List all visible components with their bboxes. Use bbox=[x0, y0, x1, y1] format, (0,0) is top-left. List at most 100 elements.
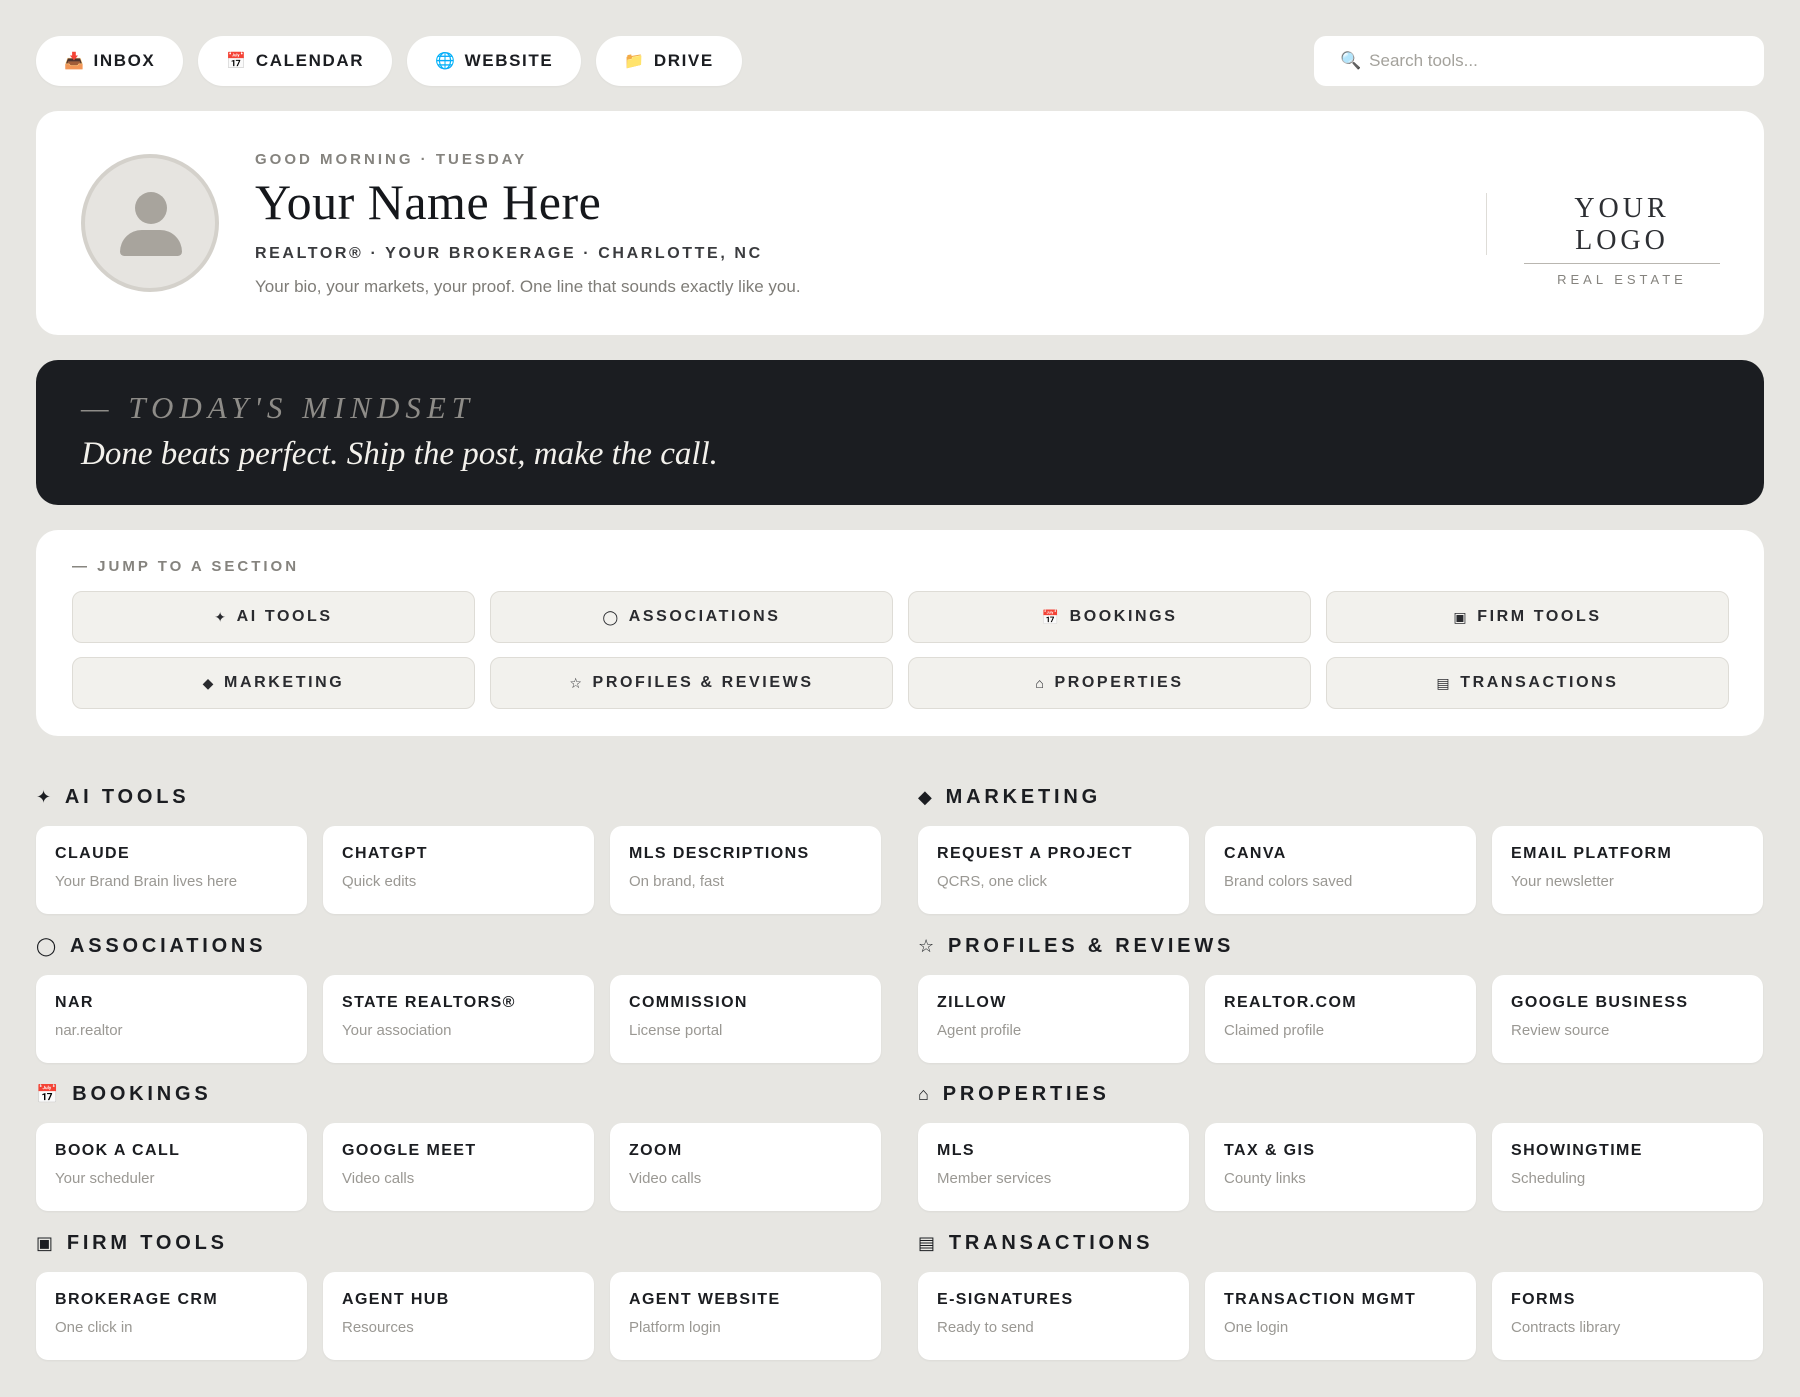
tool-card-google-business[interactable]: GOOGLE BUSINESS Review source bbox=[1492, 975, 1763, 1063]
section-title: ▣ FIRM TOOLS bbox=[36, 1230, 880, 1256]
document-icon: ▤ bbox=[918, 1232, 939, 1253]
mindset-banner: — TODAY'S MINDSET Done beats perfect. Sh… bbox=[36, 360, 1764, 505]
calendar-button[interactable]: 📅 CALENDAR bbox=[198, 36, 393, 86]
star-icon: ☆ bbox=[918, 935, 938, 956]
tool-card-zoom[interactable]: ZOOM Video calls bbox=[610, 1123, 881, 1211]
section-title-label: BOOKINGS bbox=[72, 1082, 212, 1105]
tool-card-request-a-project[interactable]: REQUEST A PROJECT QCRS, one click bbox=[918, 826, 1189, 914]
jump-label: BOOKINGS bbox=[1069, 608, 1178, 625]
tool-card-title: REQUEST A PROJECT bbox=[937, 845, 1133, 862]
tool-card-nar[interactable]: NAR nar.realtor bbox=[36, 975, 307, 1063]
logo-divider bbox=[1486, 193, 1487, 255]
tool-card-title: FORMS bbox=[1511, 1291, 1576, 1308]
website-button[interactable]: 🌐 WEBSITE bbox=[407, 36, 582, 86]
tool-card-canva[interactable]: CANVA Brand colors saved bbox=[1205, 826, 1476, 914]
tool-cards: MLS Member services TAX & GIS County lin… bbox=[918, 1123, 1763, 1211]
circle-icon: ◯ bbox=[602, 608, 621, 625]
house-icon: ⌂ bbox=[1035, 675, 1047, 691]
avatar-body-icon bbox=[120, 230, 182, 256]
avatar bbox=[81, 154, 219, 292]
document-icon: ▤ bbox=[1436, 674, 1453, 691]
jump-label: PROPERTIES bbox=[1054, 674, 1184, 691]
brand-logo: YOUR LOGO REAL ESTATE bbox=[1524, 193, 1720, 287]
tool-card-title: GOOGLE MEET bbox=[342, 1142, 477, 1159]
tool-card-subtitle: nar.realtor bbox=[55, 1022, 123, 1039]
search-input[interactable] bbox=[1369, 51, 1738, 71]
circle-icon: ◯ bbox=[36, 935, 60, 956]
greeting: GOOD MORNING · TUESDAY bbox=[255, 151, 528, 168]
section-associations: ◯ ASSOCIATIONS NAR nar.realtor STATE REA… bbox=[36, 933, 881, 1063]
sparkle-icon: ✦ bbox=[214, 608, 229, 625]
tool-card-title: REALTOR.COM bbox=[1224, 994, 1358, 1011]
tool-card-subtitle: Resources bbox=[342, 1319, 414, 1336]
tool-card-mls-descriptions[interactable]: MLS DESCRIPTIONS On brand, fast bbox=[610, 826, 881, 914]
tool-card-state-realtors[interactable]: STATE REALTORS® Your association bbox=[323, 975, 594, 1063]
tool-card-title: ZILLOW bbox=[937, 994, 1007, 1011]
jump-firm-tools-button[interactable]: ▣ FIRM TOOLS bbox=[1326, 591, 1729, 643]
logo-main-text: YOUR LOGO bbox=[1524, 193, 1720, 264]
jump-ai-tools-button[interactable]: ✦ AI TOOLS bbox=[72, 591, 475, 643]
tool-card-mls[interactable]: MLS Member services bbox=[918, 1123, 1189, 1211]
globe-icon: 🌐 bbox=[435, 53, 457, 70]
tool-card-brokerage-crm[interactable]: BROKERAGE CRM One click in bbox=[36, 1272, 307, 1360]
inbox-button[interactable]: 📥 INBOX bbox=[36, 36, 184, 86]
jump-transactions-button[interactable]: ▤ TRANSACTIONS bbox=[1326, 657, 1729, 709]
tool-card-chatgpt[interactable]: CHATGPT Quick edits bbox=[323, 826, 594, 914]
jump-profiles-reviews-button[interactable]: ☆ PROFILES & REVIEWS bbox=[490, 657, 893, 709]
tool-card-book-a-call[interactable]: BOOK A CALL Your scheduler bbox=[36, 1123, 307, 1211]
tool-card-subtitle: Ready to send bbox=[937, 1319, 1034, 1336]
jump-nav-card: — JUMP TO A SECTION ✦ AI TOOLS ◯ ASSOCIA… bbox=[36, 530, 1764, 736]
tool-card-agent-website[interactable]: AGENT WEBSITE Platform login bbox=[610, 1272, 881, 1360]
drive-button[interactable]: 📁 DRIVE bbox=[596, 36, 742, 86]
tool-card-subtitle: One login bbox=[1224, 1319, 1289, 1336]
profile-card: GOOD MORNING · TUESDAY Your Name Here RE… bbox=[36, 111, 1764, 335]
jump-label: FIRM TOOLS bbox=[1477, 608, 1602, 625]
search-icon: 🔍 bbox=[1340, 51, 1362, 70]
tool-card-title: ZOOM bbox=[629, 1142, 683, 1159]
section-transactions: ▤ TRANSACTIONS E-SIGNATURES Ready to sen… bbox=[918, 1230, 1763, 1360]
tool-card-subtitle: QCRS, one click bbox=[937, 873, 1048, 890]
section-title: ✦ AI TOOLS bbox=[36, 784, 880, 810]
tool-card-title: EMAIL PLATFORM bbox=[1511, 845, 1673, 862]
tool-card-google-meet[interactable]: GOOGLE MEET Video calls bbox=[323, 1123, 594, 1211]
tool-card-title: E-SIGNATURES bbox=[937, 1291, 1074, 1308]
website-label: WEBSITE bbox=[464, 51, 554, 70]
section-marketing: ◆ MARKETING REQUEST A PROJECT QCRS, one … bbox=[918, 784, 1763, 914]
diamond-icon: ◆ bbox=[918, 786, 936, 807]
tool-card-email-platform[interactable]: EMAIL PLATFORM Your newsletter bbox=[1492, 826, 1763, 914]
tool-card-title: CHATGPT bbox=[342, 845, 428, 862]
jump-bookings-button[interactable]: 📅 BOOKINGS bbox=[908, 591, 1311, 643]
calendar-icon: 📅 bbox=[226, 53, 248, 70]
tool-card-title: BROKERAGE CRM bbox=[55, 1291, 219, 1308]
diamond-icon: ◆ bbox=[202, 674, 217, 691]
calendar-icon: 📅 bbox=[36, 1083, 63, 1104]
tool-cards: ZILLOW Agent profile REALTOR.COM Claimed… bbox=[918, 975, 1763, 1063]
tool-cards: BROKERAGE CRM One click in AGENT HUB Res… bbox=[36, 1272, 881, 1360]
tool-card-title: MLS DESCRIPTIONS bbox=[629, 845, 810, 862]
tool-card-subtitle: Your association bbox=[342, 1022, 452, 1039]
jump-associations-button[interactable]: ◯ ASSOCIATIONS bbox=[490, 591, 893, 643]
tool-card-showingtime[interactable]: SHOWINGTIME Scheduling bbox=[1492, 1123, 1763, 1211]
jump-properties-button[interactable]: ⌂ PROPERTIES bbox=[908, 657, 1311, 709]
inbox-label: INBOX bbox=[93, 51, 156, 70]
tool-card-commission[interactable]: COMMISSION License portal bbox=[610, 975, 881, 1063]
tool-card-claude[interactable]: CLAUDE Your Brand Brain lives here bbox=[36, 826, 307, 914]
tool-card-forms[interactable]: FORMS Contracts library bbox=[1492, 1272, 1763, 1360]
tool-cards: E-SIGNATURES Ready to send TRANSACTION M… bbox=[918, 1272, 1763, 1360]
tool-card-agent-hub[interactable]: AGENT HUB Resources bbox=[323, 1272, 594, 1360]
star-icon: ☆ bbox=[569, 674, 585, 691]
tool-card-zillow[interactable]: ZILLOW Agent profile bbox=[918, 975, 1189, 1063]
section-title-label: PROPERTIES bbox=[942, 1082, 1110, 1105]
tool-card-tax-gis[interactable]: TAX & GIS County links bbox=[1205, 1123, 1476, 1211]
top-bar: 📥 INBOX 📅 CALENDAR 🌐 WEBSITE 📁 DRIVE 🔍 bbox=[36, 36, 1764, 86]
jump-marketing-button[interactable]: ◆ MARKETING bbox=[72, 657, 475, 709]
tool-card-subtitle: Brand colors saved bbox=[1224, 873, 1353, 890]
tool-card-e-signatures[interactable]: E-SIGNATURES Ready to send bbox=[918, 1272, 1189, 1360]
section-title-label: FIRM TOOLS bbox=[66, 1231, 228, 1254]
tool-card-title: TRANSACTION MGMT bbox=[1224, 1291, 1417, 1308]
folder-icon: 📁 bbox=[624, 53, 646, 70]
tool-card-transaction-mgmt[interactable]: TRANSACTION MGMT One login bbox=[1205, 1272, 1476, 1360]
search-box[interactable]: 🔍 bbox=[1314, 36, 1764, 86]
calendar-label: CALENDAR bbox=[255, 51, 365, 70]
tool-card-realtor-com[interactable]: REALTOR.COM Claimed profile bbox=[1205, 975, 1476, 1063]
